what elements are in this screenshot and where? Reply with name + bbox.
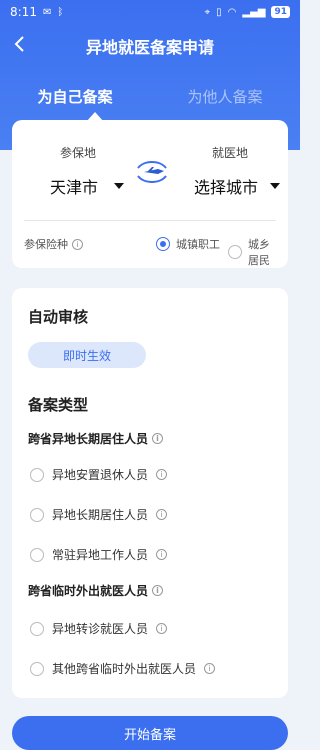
page-title: 异地就医备案申请 bbox=[85, 38, 214, 57]
medical-location-select[interactable]: 选择城市 bbox=[194, 174, 281, 198]
info-icon[interactable]: i bbox=[156, 509, 168, 520]
radio-icon bbox=[228, 245, 242, 259]
insured-location-label: 参保地 bbox=[60, 146, 97, 160]
option-label: 常驻异地工作人员 bbox=[52, 548, 149, 562]
info-icon[interactable]: i bbox=[156, 549, 168, 560]
insurance-type-label: 参保险种 bbox=[24, 238, 68, 251]
wifi-icon: ◠ bbox=[227, 6, 237, 18]
filing-option-referral[interactable]: 异地转诊就医人员 i bbox=[30, 620, 168, 637]
back-arrow-icon[interactable] bbox=[8, 32, 32, 56]
bluetooth-icon: ᛒ bbox=[57, 6, 64, 18]
filing-option-other-temporary[interactable]: 其他跨省临时外出就医人员 i bbox=[30, 660, 216, 677]
radio-icon bbox=[30, 661, 44, 676]
group-title: 跨省临时外出就医人员 bbox=[28, 584, 149, 598]
top-navigation: 异地就医备案申请 bbox=[0, 28, 300, 64]
location-card: 参保地 就医地 天津市 选择城市 参保险种 i 城镇职工 城乡居民 bbox=[12, 120, 288, 268]
option-label: 其他跨省临时外出就医人员 bbox=[52, 662, 197, 676]
audit-badge: 即时生效 bbox=[28, 342, 146, 368]
vibrate-icon: ▯ bbox=[216, 6, 222, 18]
insurance-option-employee[interactable]: 城镇职工 bbox=[156, 236, 220, 252]
info-icon[interactable]: i bbox=[204, 663, 216, 674]
medical-location-label: 就医地 bbox=[212, 146, 249, 160]
filing-option-retired[interactable]: 异地安置退休人员 i bbox=[30, 466, 168, 483]
filing-option-resident-worker[interactable]: 常驻异地工作人员 i bbox=[30, 546, 168, 563]
filing-option-long-term-resident[interactable]: 异地长期居住人员 i bbox=[30, 506, 168, 523]
radio-icon bbox=[30, 467, 44, 482]
option-label: 异地转诊就医人员 bbox=[52, 622, 149, 636]
group-temporary: 跨省临时外出就医人员 i bbox=[28, 582, 164, 599]
tab-others[interactable]: 为他人备案 bbox=[187, 86, 262, 107]
signal-icon: ▂▄▆ bbox=[242, 6, 266, 18]
option-label: 异地安置退休人员 bbox=[52, 468, 149, 482]
info-icon[interactable]: i bbox=[156, 623, 168, 634]
insurance-option-resident[interactable]: 城乡居民 bbox=[228, 236, 276, 268]
insurance-option-label: 城镇职工 bbox=[176, 238, 220, 251]
option-label: 异地长期居住人员 bbox=[52, 508, 149, 522]
group-long-term: 跨省异地长期居住人员 i bbox=[28, 430, 164, 447]
caret-down-icon bbox=[114, 183, 125, 189]
tab-self[interactable]: 为自己备案 bbox=[37, 86, 112, 107]
info-icon[interactable]: i bbox=[152, 433, 164, 444]
insured-location-select[interactable]: 天津市 bbox=[50, 174, 125, 198]
audit-section-title: 自动审核 bbox=[28, 308, 89, 326]
radio-icon bbox=[30, 621, 44, 636]
start-filing-button[interactable]: 开始备案 bbox=[12, 716, 288, 750]
info-icon[interactable]: i bbox=[156, 469, 168, 480]
caret-down-icon bbox=[270, 183, 281, 189]
info-icon[interactable]: i bbox=[72, 238, 83, 250]
filing-type-title: 备案类型 bbox=[28, 396, 89, 414]
status-time: 8:11 bbox=[10, 5, 37, 19]
filing-card: 自动审核 即时生效 备案类型 跨省异地长期居住人员 i 异地安置退休人员 i 异… bbox=[12, 288, 288, 698]
battery-indicator: 91 bbox=[271, 6, 290, 18]
radio-icon bbox=[30, 547, 44, 562]
divider bbox=[24, 220, 276, 221]
radio-icon bbox=[156, 237, 170, 251]
location-icon: ⌖ bbox=[204, 6, 211, 18]
group-title: 跨省异地长期居住人员 bbox=[28, 432, 149, 446]
insurance-type-row: 参保险种 i 城镇职工 城乡居民 bbox=[24, 236, 276, 267]
radio-icon bbox=[30, 507, 44, 522]
info-icon[interactable]: i bbox=[152, 585, 164, 596]
tabs: 为自己备案 为他人备案 bbox=[0, 78, 300, 114]
medical-location-value: 选择城市 bbox=[194, 178, 259, 197]
status-bar: 8:11 ✉ ᛒ ⌖ ▯ ◠ ▂▄▆ 91 bbox=[0, 0, 300, 24]
insured-location-value: 天津市 bbox=[50, 178, 99, 197]
notification-icon: ✉ bbox=[42, 6, 52, 18]
insurance-option-label: 城乡居民 bbox=[248, 238, 270, 267]
